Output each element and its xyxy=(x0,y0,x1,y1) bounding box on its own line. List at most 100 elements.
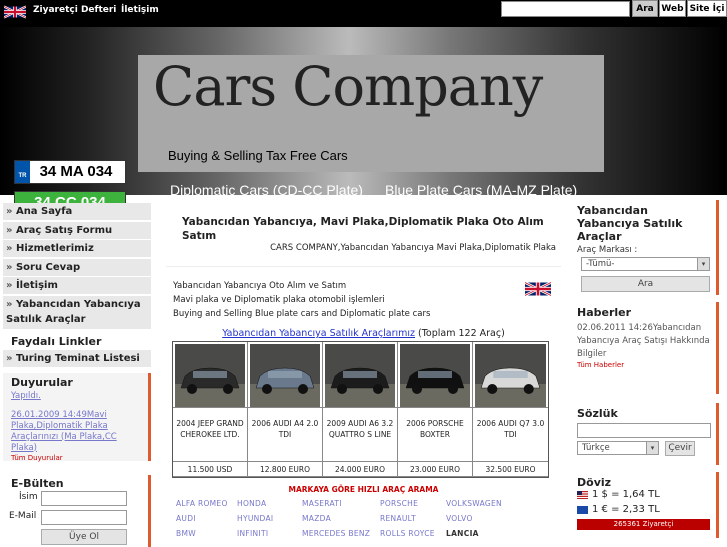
intro-box: Yabancıdan Yabancıya, Mavi Plaka,Diploma… xyxy=(166,207,561,267)
news-item[interactable]: 02.06.2011 14:26Yabancıdan Yabancıya Ara… xyxy=(577,322,710,361)
eu-flag-icon xyxy=(577,505,588,514)
brand-search-title: MARKAYA GÖRE HIZLI ARAÇ ARAMA xyxy=(288,485,439,494)
guestbook-link[interactable]: Ziyaretçi Defteri xyxy=(33,5,116,15)
brand-link[interactable]: ALFA ROMEO xyxy=(176,499,228,508)
car-photo[interactable] xyxy=(475,344,546,407)
currency-title: Döviz xyxy=(577,476,612,489)
car-listing[interactable]: 2006 AUDI Q7 3.0 TDI 32.500 EURO xyxy=(473,342,548,477)
news-title: Haberler xyxy=(577,306,632,319)
brand-link[interactable]: BMW xyxy=(176,529,196,538)
car-price: 12.800 EURO xyxy=(248,461,322,476)
uk-flag-icon[interactable] xyxy=(525,279,551,299)
brand-link[interactable]: INFINITI xyxy=(237,529,268,538)
car-search-button[interactable]: Ara xyxy=(581,276,710,292)
email-field[interactable] xyxy=(41,510,127,525)
car-name[interactable]: 2006 AUDI Q7 3.0 TDI xyxy=(473,407,548,461)
brand-link[interactable]: ROLLS ROYCE xyxy=(380,529,435,538)
car-price: 11.500 USD xyxy=(173,461,247,476)
left-sidebar: » Ana Sayfa » Araç Satış Formu » Hizmetl… xyxy=(3,203,151,462)
name-field[interactable] xyxy=(41,491,127,506)
car-listing[interactable]: 2009 AUDI A6 3.2 QUATTRO S LINE 24.000 EU… xyxy=(323,342,398,477)
brand-link[interactable]: AUDI xyxy=(176,514,196,523)
web-search-button[interactable]: Web xyxy=(659,0,686,17)
site-search-button[interactable]: Site İçi xyxy=(687,0,727,17)
diplomatic-cars-link[interactable]: Diplomatic Cars (CD-CC Plate) xyxy=(170,182,363,198)
us-flag-icon xyxy=(577,490,588,499)
brand-link[interactable]: VOLVO xyxy=(446,514,473,523)
nav-services[interactable]: » Hizmetlerimiz xyxy=(3,240,151,258)
contact-link[interactable]: İletişim xyxy=(121,5,159,15)
car-photo[interactable] xyxy=(400,344,470,407)
blue-plate-cars-link[interactable]: Blue Plate Cars (MA-MZ Plate) xyxy=(385,182,577,198)
license-plate-blue: TR 34 MA 034 xyxy=(14,160,126,184)
brand-link[interactable]: HYUNDAI xyxy=(237,514,273,523)
car-listing[interactable]: 2004 JEEP GRAND CHEROKEE LTD. 11.500 USD xyxy=(173,342,248,477)
newsletter-title: E-Bülten xyxy=(11,477,64,490)
cars-count: (Toplam 122 Araç) xyxy=(418,328,505,339)
brand-link[interactable]: MASERATI xyxy=(302,499,342,508)
all-news-link[interactable]: Tüm Haberler xyxy=(577,361,710,369)
top-bar: Ziyaretçi Defteri İletişim Ara Web Site … xyxy=(0,0,727,27)
brand-link[interactable]: MAZDA xyxy=(302,514,331,523)
car-name[interactable]: 2004 JEEP GRAND CHEROKEE LTD. xyxy=(173,407,247,461)
dictionary-input[interactable] xyxy=(577,423,711,438)
brand-label: Araç Markası : xyxy=(577,245,638,255)
announcement-item[interactable]: 26.01.2009 14:49Mavi Plaka,Diplomatik Pl… xyxy=(11,410,144,454)
car-name[interactable]: 2006 AUDI A4 2.0 TDI xyxy=(248,407,322,461)
nav-home[interactable]: » Ana Sayfa xyxy=(3,203,151,220)
car-photo[interactable] xyxy=(250,344,320,407)
nav-sales-form[interactable]: » Araç Satış Formu xyxy=(3,221,151,239)
brand-link[interactable]: HONDA xyxy=(237,499,266,508)
translate-button[interactable]: Çevir xyxy=(665,441,695,456)
car-price: 23.000 EURO xyxy=(398,461,472,476)
description: Yabancıdan Yabancıya Oto Alım ve Satım M… xyxy=(173,281,431,319)
car-photo[interactable] xyxy=(325,344,395,407)
car-photo[interactable] xyxy=(175,344,245,407)
car-listing[interactable]: 2006 PORSCHE BOXTER 23.000 EURO xyxy=(398,342,473,477)
dictionary-title: Sözlük xyxy=(577,407,618,420)
usd-rate: 1 $ = 1,64 TL xyxy=(577,489,710,500)
all-announcements-link[interactable]: Tüm Duyurular xyxy=(11,454,144,462)
car-price: 24.000 EURO xyxy=(323,461,397,476)
announcement-prev[interactable]: Yapıldı. xyxy=(11,391,144,402)
announcements-title: Duyurular xyxy=(11,375,73,389)
plate-country: TR xyxy=(15,161,30,183)
logo-text: Cars Company xyxy=(153,55,543,118)
page-subtitle: CARS COMPANY,Yabancıdan Yabancıya Mavi P… xyxy=(270,243,556,253)
cars-for-sale-link[interactable]: Yabancıdan Yabancıya Satılık Araçlarımız xyxy=(222,328,415,339)
search-button[interactable]: Ara xyxy=(632,0,658,17)
news-panel: Haberler 02.06.2011 14:26Yabancıdan Yaba… xyxy=(571,302,719,394)
car-listing[interactable]: 2006 AUDI A4 2.0 TDI 12.800 EURO xyxy=(248,342,323,477)
car-name[interactable]: 2006 PORSCHE BOXTER xyxy=(398,407,472,461)
nav-cars-for-sale[interactable]: » Yabancıdan Yabancıya Satılık Araçlar xyxy=(3,295,151,329)
dictionary-panel: Sözlük Türkçe ▾ Çevir xyxy=(571,403,719,465)
main-content: Yabancıdan Yabancıya, Mavi Plaka,Diploma… xyxy=(166,207,561,538)
uk-flag-icon[interactable] xyxy=(4,4,26,20)
right-sidebar: Yabancıdan Yabancıya Satılık Araçlar Ara… xyxy=(571,200,719,538)
brand-link[interactable]: MERCEDES BENZ xyxy=(302,529,370,538)
brand-link[interactable]: VOLKSWAGEN xyxy=(446,499,502,508)
search-input[interactable] xyxy=(501,1,630,17)
brand-link[interactable]: LANCIA xyxy=(446,529,479,538)
cars-heading: Yabancıdan Yabancıya Satılık Araçlarımız… xyxy=(166,328,561,339)
chevron-down-icon: ▾ xyxy=(697,258,709,270)
useful-links-title: Faydalı Linkler xyxy=(11,334,102,348)
subscribe-button[interactable]: Üye Ol xyxy=(41,529,127,545)
brand-link[interactable]: PORSCHE xyxy=(380,499,418,508)
nav-turing-list[interactable]: » Turing Teminat Listesi xyxy=(3,349,151,367)
language-select[interactable]: Türkçe ▾ xyxy=(577,441,659,455)
brand-select[interactable]: -Tümü- ▾ xyxy=(581,257,710,271)
nav-faq[interactable]: » Soru Cevap xyxy=(3,258,151,276)
announcements-panel: Duyurular Yapıldı. 26.01.2009 14:49Mavi … xyxy=(3,372,151,462)
car-name[interactable]: 2009 AUDI A6 3.2 QUATTRO S LINE xyxy=(323,407,397,461)
page-title: Yabancıdan Yabancıya, Mavi Plaka,Diploma… xyxy=(182,216,544,242)
plate1-text: 34 MA 034 xyxy=(39,163,113,180)
car-row: 2004 JEEP GRAND CHEROKEE LTD. 11.500 USD 2… xyxy=(173,342,548,477)
nav-contact[interactable]: » İletişim xyxy=(3,277,151,295)
visitor-counter: 265361 Ziyaretçi xyxy=(577,519,710,530)
car-search-panel: Yabancıdan Yabancıya Satılık Araçlar Ara… xyxy=(571,200,719,295)
eur-rate: 1 € = 2,33 TL xyxy=(577,504,710,515)
name-label: İsim xyxy=(19,492,38,502)
header-banner: Cars Company Buying & Selling Tax Free C… xyxy=(0,27,727,215)
brand-link[interactable]: RENAULT xyxy=(380,514,416,523)
